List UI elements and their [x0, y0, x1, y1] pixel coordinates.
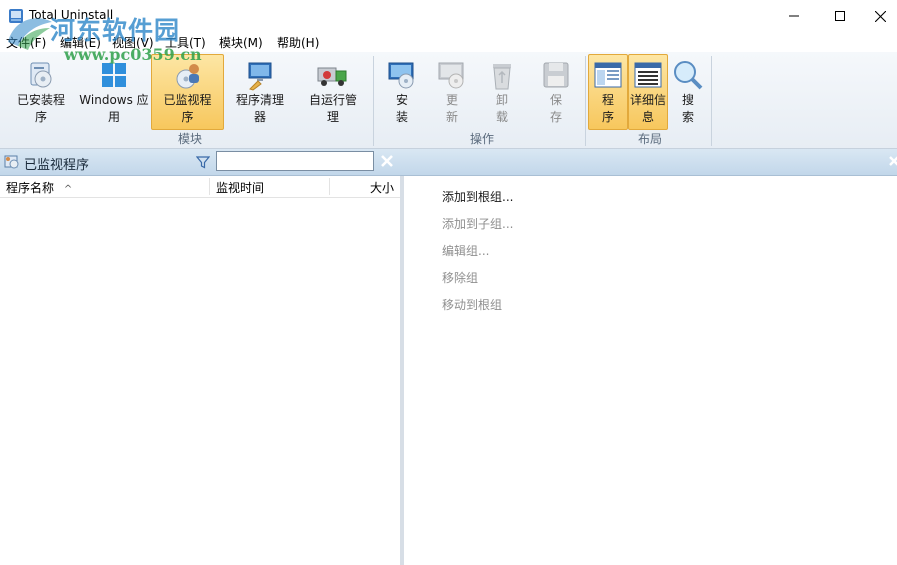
clear-search-icon[interactable]: [380, 154, 394, 168]
layout-details-label-1: 详细信: [629, 93, 666, 107]
column-divider[interactable]: [329, 178, 330, 195]
column-program-name[interactable]: 程序名称 ^: [6, 179, 72, 196]
update-icon: [438, 62, 464, 89]
search-input[interactable]: [216, 151, 374, 171]
column-program-name-label: 程序名称: [6, 181, 55, 195]
search-label-2: 索: [681, 110, 694, 124]
layout-program-label-1: 程: [601, 93, 614, 107]
add-to-subgroup-link[interactable]: 添加到子组...: [442, 215, 513, 232]
layout-program-label-2: 序: [601, 110, 614, 124]
ribbon-separator: [711, 56, 712, 146]
autorun-manager-label-1: 自运行管: [308, 93, 357, 107]
group-label-actions: 操作: [469, 132, 494, 146]
watermark-url: www.pc0359.cn: [64, 45, 202, 64]
minimize-button[interactable]: [771, 0, 817, 32]
group-label-layout: 布局: [637, 132, 662, 146]
save-label-2: 存: [549, 110, 562, 124]
broom-monitor-icon: [248, 62, 272, 91]
search-button[interactable]: 搜 索: [668, 54, 708, 130]
close-button[interactable]: [863, 0, 897, 32]
pane-splitter[interactable]: [400, 176, 404, 565]
column-monitor-time[interactable]: 监视时间: [216, 179, 264, 196]
program-cleaner-button[interactable]: 程序清理 器: [226, 54, 294, 130]
installed-programs-label-1: 已安装程: [16, 93, 65, 107]
program-cleaner-label-2: 器: [253, 110, 266, 124]
menu-help[interactable]: 帮助(H): [277, 34, 319, 51]
column-size[interactable]: 大小: [370, 179, 394, 196]
install-icon: [388, 62, 414, 89]
watermark-text: 河东软件园: [50, 16, 181, 45]
ribbon-separator: [373, 56, 374, 146]
layout-details-label-2: 息: [641, 110, 654, 124]
maximize-icon: [835, 11, 845, 21]
sort-ascending-icon: ^: [63, 184, 73, 195]
program-list-header: 程序名称 ^ 监视时间 大小: [0, 176, 400, 198]
install-label-2: 装: [395, 110, 408, 124]
monitored-programs-label-2: 序: [181, 110, 194, 124]
autorun-manager-button[interactable]: 自运行管 理: [297, 54, 369, 130]
layout-details-button[interactable]: 详细信 息: [628, 54, 668, 130]
save-button[interactable]: 保 存: [536, 54, 576, 130]
uninstall-label-2: 载: [495, 110, 508, 124]
monitored-programs-icon: [4, 155, 19, 169]
window-layout-icon: [594, 62, 622, 88]
menu-modules[interactable]: 模块(M): [219, 34, 263, 51]
installed-programs-icon: [30, 62, 52, 88]
monitored-programs-label-1: 已监视程: [163, 93, 212, 107]
uninstall-label-1: 卸: [495, 93, 508, 107]
layout-program-button[interactable]: 程 序: [588, 54, 628, 130]
magnifier-icon: [674, 61, 703, 90]
windows-logo-icon: [102, 63, 126, 87]
watermark-logo-icon: [8, 18, 52, 50]
update-label-1: 更: [445, 93, 458, 107]
windows-apps-label-1: Windows 应: [79, 93, 149, 107]
details-list-icon: [634, 62, 662, 88]
monitored-programs-button[interactable]: 已监视程 序: [151, 54, 224, 130]
windows-apps-label-2: 用: [107, 110, 120, 124]
close-icon: [874, 10, 886, 22]
update-button[interactable]: 更 新: [432, 54, 472, 130]
pane-close-icon[interactable]: [888, 155, 897, 167]
install-label-1: 安: [395, 93, 408, 107]
installed-programs-label-2: 序: [34, 110, 47, 124]
uninstall-button[interactable]: 卸 载: [482, 54, 522, 130]
maximize-button[interactable]: [817, 0, 863, 32]
floppy-disk-icon: [543, 62, 569, 88]
recycle-bin-icon: [493, 64, 511, 90]
search-label-1: 搜: [681, 93, 694, 107]
windows-apps-button[interactable]: Windows 应 用: [78, 54, 150, 130]
program-cleaner-label-1: 程序清理: [235, 93, 284, 107]
autorun-manager-label-2: 理: [326, 110, 339, 124]
minimize-icon: [789, 15, 799, 17]
group-label-modules: 模块: [177, 132, 202, 146]
installed-programs-button[interactable]: 已安装程 序: [6, 54, 76, 130]
update-label-2: 新: [445, 110, 458, 124]
truck-icon: [317, 67, 347, 86]
add-to-root-group-link[interactable]: 添加到根组...: [442, 188, 513, 205]
save-label-1: 保: [549, 93, 562, 107]
edit-group-link[interactable]: 编辑组...: [442, 242, 489, 259]
ribbon-separator: [585, 56, 586, 146]
panel-header: 已监视程序: [0, 149, 897, 176]
remove-group-link[interactable]: 移除组: [442, 269, 478, 286]
move-to-root-group-link[interactable]: 移动到根组: [442, 296, 502, 313]
filter-icon[interactable]: [196, 155, 210, 169]
ribbon-toolbar: 已安装程 序 Windows 应 用 已监视程 序 程序清理 器 自运行管 理 …: [0, 52, 897, 149]
install-button[interactable]: 安 装: [382, 54, 422, 130]
panel-title: 已监视程序: [24, 158, 90, 173]
column-divider[interactable]: [209, 178, 210, 195]
